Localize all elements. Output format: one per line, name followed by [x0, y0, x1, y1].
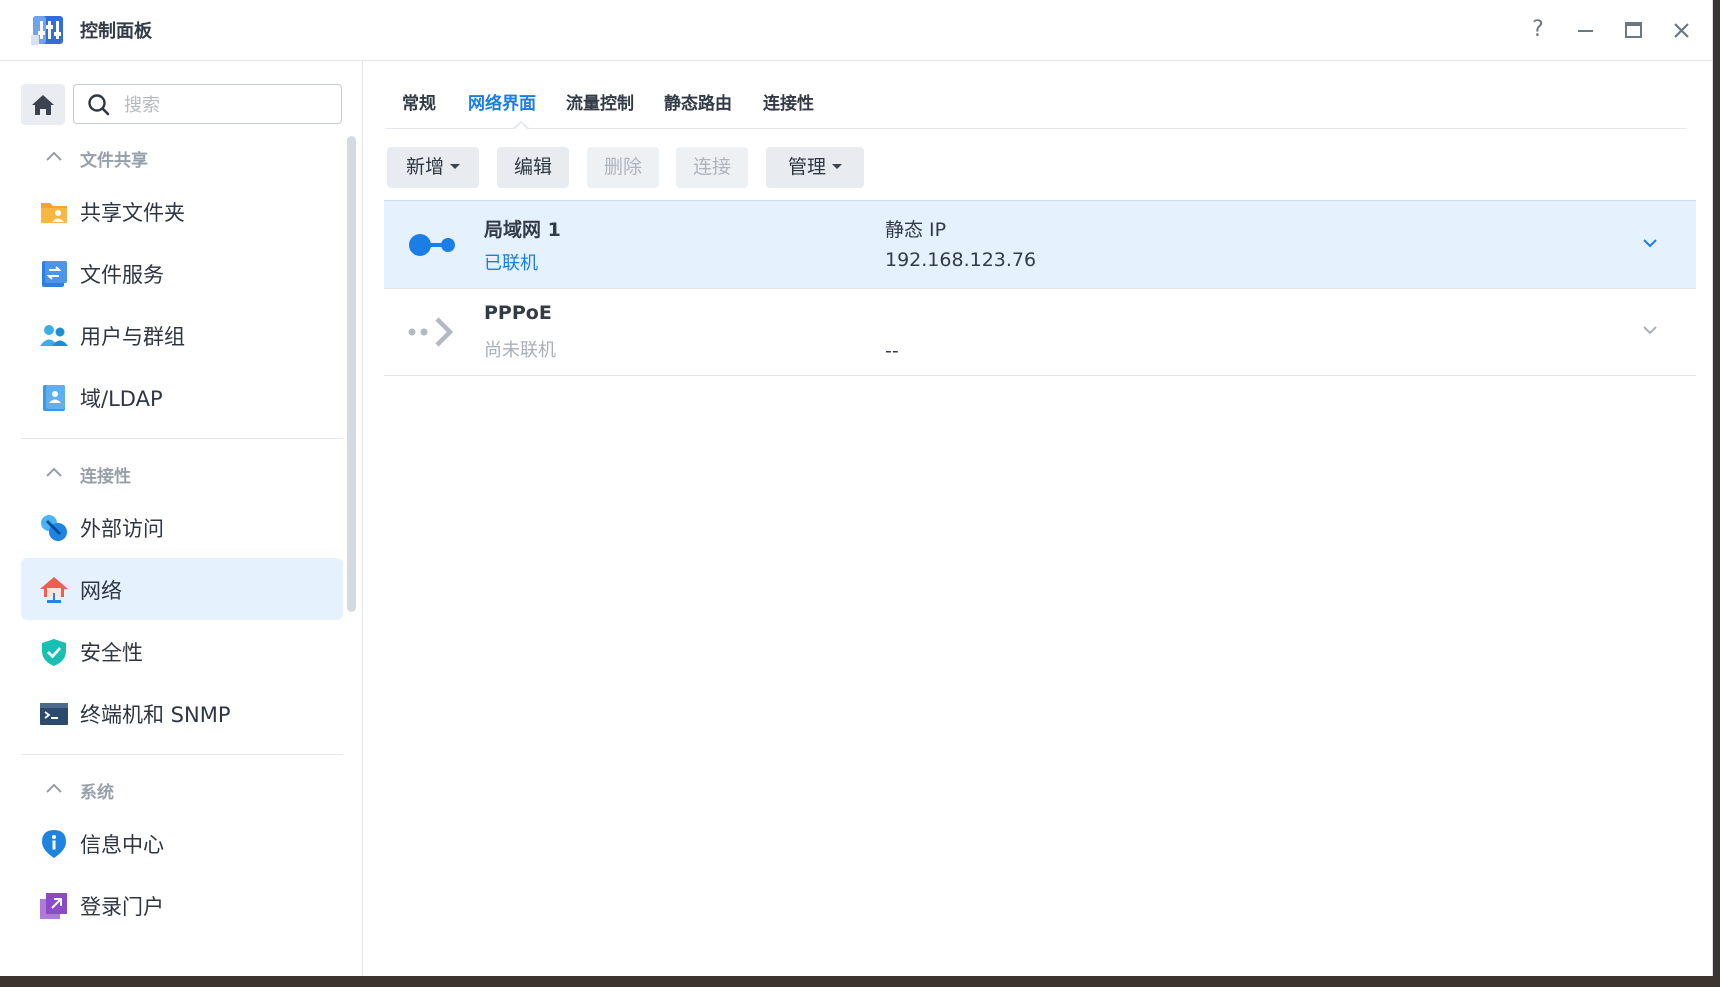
tab-network-interface[interactable]: 网络界面 — [468, 89, 536, 114]
active-tab-indicator-inner — [515, 123, 527, 129]
terminal-icon — [40, 703, 68, 725]
sidebar-divider — [21, 438, 343, 439]
section-header-file-sharing[interactable]: 文件共享 — [44, 143, 334, 173]
interface-row-pppoe[interactable]: PPPoE 尚未联机 -- — [384, 288, 1696, 376]
home-icon — [32, 95, 54, 115]
help-icon: ? — [1532, 17, 1544, 42]
main-panel: 常规 网络界面 流量控制 静态路由 连接性 新增 编辑 删除 连接 管理 局域网… — [363, 61, 1712, 976]
connect-button[interactable]: 连接 — [676, 147, 748, 188]
chevron-up-icon — [46, 783, 62, 793]
caret-down-icon — [832, 163, 842, 169]
pppoe-disconnected-icon — [408, 317, 454, 347]
delete-button[interactable]: 删除 — [587, 147, 659, 188]
section-header-system[interactable]: 系统 — [44, 775, 334, 805]
control-panel-app-icon — [31, 15, 65, 46]
window-title: 控制面板 — [80, 21, 152, 42]
maximize-button[interactable] — [1618, 15, 1648, 45]
help-button[interactable]: ? — [1523, 15, 1553, 45]
sidebar: 文件共享 共享文件夹 文件服务 — [0, 61, 363, 976]
sidebar-item-info-center[interactable]: 信息中心 — [21, 812, 343, 874]
interface-status: 尚未联机 — [484, 340, 556, 361]
users-groups-icon — [40, 325, 68, 346]
sidebar-scrollbar[interactable] — [347, 136, 356, 612]
tab-static-route[interactable]: 静态路由 — [664, 89, 732, 114]
chevron-down-icon[interactable] — [1640, 320, 1660, 340]
ip-address: -- — [885, 340, 899, 362]
minimize-icon — [1578, 30, 1593, 32]
sidebar-item-network[interactable]: 网络 — [21, 558, 343, 620]
manage-button[interactable]: 管理 — [766, 147, 864, 188]
sidebar-item-shared-folder[interactable]: 共享文件夹 — [21, 180, 343, 242]
sidebar-item-file-services[interactable]: 文件服务 — [21, 242, 343, 304]
chevron-up-icon — [46, 151, 62, 161]
edit-button[interactable]: 编辑 — [497, 147, 569, 188]
sidebar-item-terminal-snmp[interactable]: 终端机和 SNMP — [21, 682, 343, 744]
create-button[interactable]: 新增 — [387, 147, 479, 188]
domain-ldap-icon — [43, 385, 65, 411]
interface-status: 已联机 — [484, 253, 538, 274]
external-access-icon — [41, 515, 67, 541]
search-icon — [88, 94, 110, 116]
search-input[interactable] — [122, 91, 336, 119]
home-button[interactable] — [21, 84, 65, 125]
tab-traffic-control[interactable]: 流量控制 — [566, 89, 634, 114]
caret-down-icon — [450, 163, 460, 169]
control-panel-window: 控制面板 ? 文件共 — [0, 0, 1713, 976]
interface-row-lan1[interactable]: 局域网 1 已联机 静态 IP 192.168.123.76 — [384, 200, 1696, 289]
title-bar: 控制面板 ? — [0, 0, 1712, 61]
sidebar-item-external-access[interactable]: 外部访问 — [21, 496, 343, 558]
minimize-button[interactable] — [1570, 15, 1600, 45]
sidebar-divider — [21, 754, 343, 755]
shared-folder-icon — [41, 203, 67, 223]
sidebar-item-domain-ldap[interactable]: 域/LDAP — [21, 366, 343, 428]
tab-general[interactable]: 常规 — [402, 89, 436, 114]
ip-address: 192.168.123.76 — [885, 249, 1037, 271]
login-portal-icon — [40, 893, 67, 919]
sidebar-item-login-portal[interactable]: 登录门户 — [21, 874, 343, 936]
network-house-icon — [40, 577, 68, 603]
search-box[interactable] — [73, 84, 342, 124]
sidebar-item-users-groups[interactable]: 用户与群组 — [21, 304, 343, 366]
connection-type: 静态 IP — [885, 219, 947, 241]
security-shield-icon — [42, 639, 66, 666]
tab-connectivity[interactable]: 连接性 — [763, 89, 814, 114]
close-button[interactable] — [1666, 15, 1696, 45]
maximize-icon — [1625, 22, 1642, 38]
close-icon — [1674, 23, 1689, 38]
sidebar-item-security[interactable]: 安全性 — [21, 620, 343, 682]
lan-connected-icon — [409, 234, 455, 256]
tab-bar: 常规 网络界面 流量控制 静态路由 连接性 — [386, 61, 1686, 129]
chevron-down-icon[interactable] — [1640, 233, 1660, 253]
section-header-connectivity[interactable]: 连接性 — [44, 459, 334, 489]
file-services-icon — [42, 261, 67, 287]
info-center-icon — [42, 830, 66, 858]
chevron-up-icon — [46, 467, 62, 477]
